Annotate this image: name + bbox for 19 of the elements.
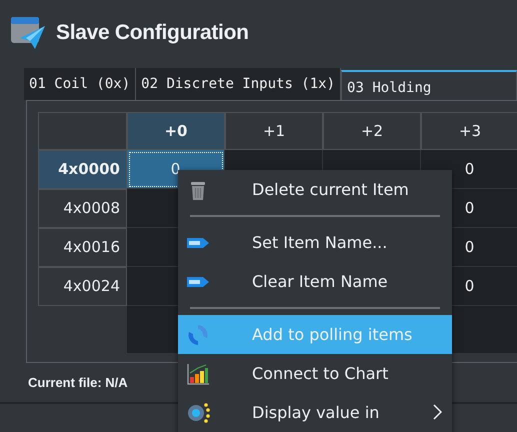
menu-item[interactable]: Connect to Chart bbox=[178, 354, 452, 393]
column-header[interactable]: +3 bbox=[421, 112, 517, 150]
column-header[interactable]: +1 bbox=[225, 112, 323, 150]
tab[interactable]: 01 Coil (0x) bbox=[24, 68, 136, 100]
menu-item[interactable]: Display value in bbox=[178, 393, 452, 432]
app-icon bbox=[10, 16, 46, 50]
sync-icon bbox=[186, 322, 210, 346]
row-header[interactable]: 4x0008 bbox=[38, 189, 127, 228]
row-header[interactable]: 4x0016 bbox=[38, 228, 127, 267]
row-header[interactable]: 4x0024 bbox=[38, 267, 127, 306]
tab[interactable]: 03 Holding bbox=[341, 70, 517, 100]
gear-icon bbox=[186, 400, 210, 424]
status-text: Current file: N/A bbox=[28, 375, 128, 390]
column-header[interactable]: +2 bbox=[323, 112, 421, 150]
tab[interactable]: 02 Discrete Inputs (1x) bbox=[136, 68, 342, 100]
window-title: Slave Configuration bbox=[56, 20, 249, 46]
column-header[interactable]: +0 bbox=[127, 112, 225, 150]
chart-icon bbox=[186, 362, 210, 386]
row-header[interactable]: 4x0000 bbox=[38, 150, 127, 189]
